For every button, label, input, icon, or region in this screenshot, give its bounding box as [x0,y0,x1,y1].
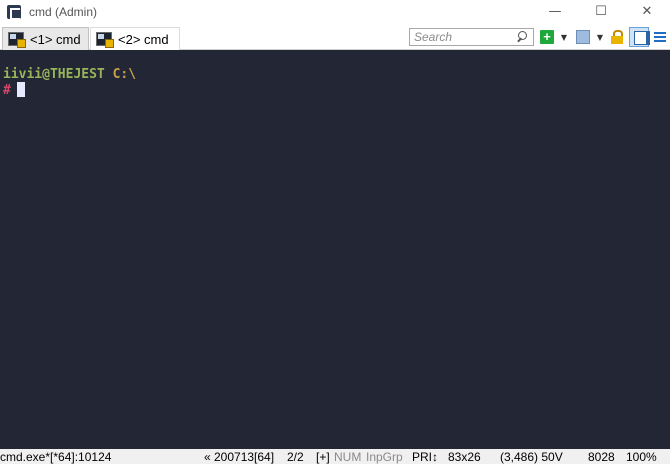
prompt-symbol: # [3,83,11,98]
console-icon [96,32,114,48]
status-bar: cmd.exe*[*64]:10124 « 200713[64] 2/2 [+]… [0,449,670,464]
maximize-button[interactable]: ☐ [578,0,624,23]
close-button[interactable]: ✕ [624,0,670,23]
window-title: cmd (Admin) [29,4,98,19]
tab-label: <1> cmd [30,31,81,47]
search-icon[interactable] [514,29,530,45]
split-view-icon[interactable] [576,30,590,44]
status-plus[interactable]: [+] [316,450,330,464]
minimize-button[interactable]: — [532,0,578,23]
status-num[interactable]: NUM [334,450,361,464]
prompt-line: iivii@THEJEST C:\ [3,67,670,83]
new-console-button[interactable]: + [540,30,554,44]
status-inpgrp[interactable]: InpGrp [366,450,403,464]
status-zoom[interactable]: 100% [626,450,657,464]
prompt-user-host: iivii@THEJEST [3,67,105,82]
lock-icon[interactable] [611,30,623,44]
tab-console-2[interactable]: <2> cmd [90,27,180,50]
status-pid[interactable]: 8028 [588,450,615,464]
search-input[interactable] [410,29,514,45]
split-view-dropdown-icon[interactable]: ▼ [595,29,605,45]
status-cursor-pos[interactable]: (3,486) 50V [500,450,563,464]
status-priority[interactable]: PRI↕ [412,450,438,464]
console-icon [8,32,26,48]
app-icon[interactable] [7,4,21,20]
prompt-path: C:\ [112,67,137,82]
window-controls: — ☐ ✕ [532,0,670,23]
console-area[interactable]: iivii@THEJEST C:\ # [0,50,670,449]
text-cursor [16,82,25,97]
status-build[interactable]: « 200713[64] [204,450,274,464]
status-process[interactable]: cmd.exe*[*64]:10124 [0,450,111,464]
tab-label: <2> cmd [118,31,169,47]
input-line: # [3,82,670,99]
new-console-dropdown-icon[interactable]: ▼ [559,29,569,45]
search-box [409,28,534,46]
hamburger-menu-icon[interactable] [653,30,667,44]
status-size[interactable]: 83x26 [448,450,481,464]
tab-bar: <1> cmd <2> cmd [0,23,670,50]
tab-console-1[interactable]: <1> cmd [2,27,89,50]
conemu-window: cmd (Admin) — ☐ ✕ <1> cmd <2> cmd + ▼ ▼ … [0,0,670,464]
title-bar[interactable]: cmd (Admin) — ☐ ✕ [0,0,670,23]
panel-view-icon[interactable] [629,27,650,47]
status-console-index[interactable]: 2/2 [287,450,304,464]
